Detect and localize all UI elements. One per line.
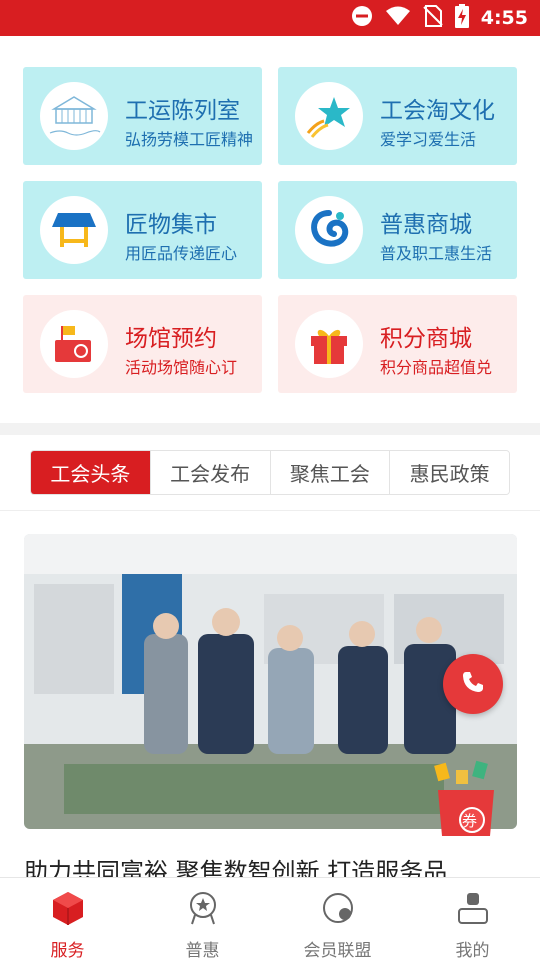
gift-box-icon (295, 310, 363, 378)
service-title: 积分商城 (380, 326, 472, 352)
coupon-button[interactable]: 券 (428, 760, 504, 838)
bottom-nav: 服务 普惠 会员联盟 我的 (0, 877, 540, 961)
shooting-star-icon (295, 82, 363, 150)
status-time: 4:55 (480, 7, 528, 29)
profile-icon (456, 890, 490, 930)
service-subtitle: 用匠品传递匠心 (125, 244, 238, 263)
member-alliance-icon (321, 890, 355, 930)
service-subtitle: 爱学习爱生活 (380, 130, 477, 149)
service-title: 匠物集市 (125, 212, 217, 238)
medal-star-icon (186, 890, 220, 930)
nav-label: 普惠 (185, 941, 220, 961)
nav-label: 服务 (50, 941, 85, 961)
mall-swirl-icon (295, 196, 363, 264)
service-card-points[interactable]: 积分商城 积分商品超值兑 (278, 295, 517, 393)
do-not-disturb-icon (351, 5, 373, 31)
nav-item-benefit[interactable]: 普惠 (135, 878, 270, 961)
news-headline[interactable]: 助力共同富裕 聚焦数智创新 打造服务品 (24, 852, 524, 878)
exhibition-hall-icon (40, 82, 108, 150)
service-subtitle: 弘扬劳模工匠精神 (125, 130, 254, 149)
tab-union-headlines[interactable]: 工会头条 (31, 451, 151, 494)
service-title: 工会淘文化 (380, 98, 495, 124)
no-sim-icon (423, 5, 443, 31)
service-title: 场馆预约 (125, 326, 217, 352)
service-card-exhibition[interactable]: 工运陈列室 弘扬劳模工匠精神 (23, 67, 262, 165)
battery-charging-icon (454, 4, 469, 32)
news-tabs: 工会头条 工会发布 聚焦工会 惠民政策 (30, 450, 510, 495)
nav-item-mine[interactable]: 我的 (405, 878, 540, 961)
phone-icon (460, 669, 486, 699)
service-card-market[interactable]: 匠物集市 用匠品传递匠心 (23, 181, 262, 279)
nav-label: 我的 (455, 941, 490, 961)
service-title: 工运陈列室 (125, 98, 240, 124)
service-card-culture[interactable]: 工会淘文化 爱学习爱生活 (278, 67, 517, 165)
tabs-divider (0, 510, 540, 511)
service-title: 普惠商城 (380, 212, 472, 238)
coupon-label: 券 (462, 812, 478, 830)
service-subtitle: 普及职工惠生活 (380, 244, 493, 263)
nav-item-service[interactable]: 服务 (0, 878, 135, 961)
service-subtitle: 活动场馆随心订 (125, 358, 238, 377)
tab-benefit-policy[interactable]: 惠民政策 (390, 451, 509, 494)
service-card-venue[interactable]: 场馆预约 活动场馆随心订 (23, 295, 262, 393)
nav-label: 会员联盟 (303, 941, 372, 961)
status-bar: 4:55 (0, 0, 540, 36)
service-subtitle: 积分商品超值兑 (380, 358, 493, 377)
nav-item-member-alliance[interactable]: 会员联盟 (270, 878, 405, 961)
wifi-icon (385, 6, 411, 30)
service-card-mall[interactable]: 普惠商城 普及职工惠生活 (278, 181, 517, 279)
venue-flag-icon (40, 310, 108, 378)
service-cube-icon (51, 890, 85, 930)
market-stall-icon (40, 196, 108, 264)
tab-union-release[interactable]: 工会发布 (150, 451, 271, 494)
section-divider (0, 423, 540, 435)
phone-button[interactable] (443, 654, 503, 714)
tab-focus-union[interactable]: 聚焦工会 (270, 451, 391, 494)
